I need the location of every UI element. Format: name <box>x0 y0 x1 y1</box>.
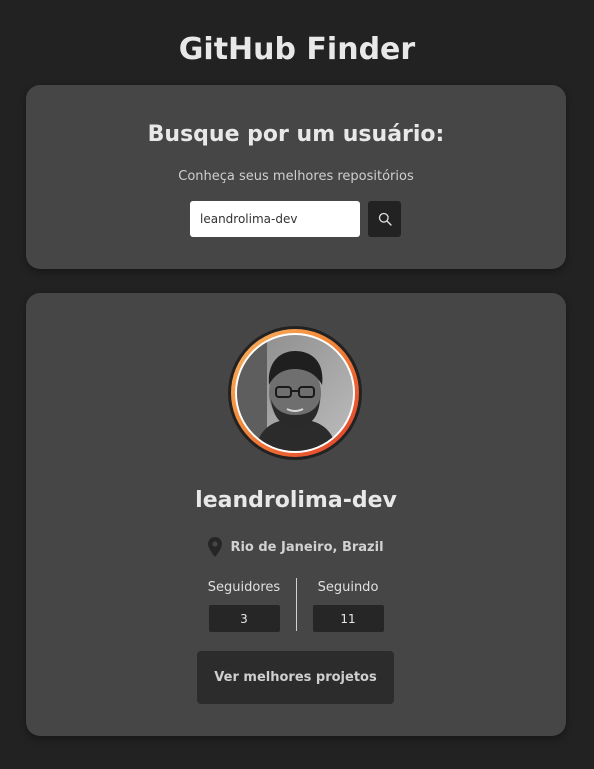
profile-stats: Seguidores 3 Seguindo 11 <box>26 578 566 632</box>
stats-divider <box>295 578 297 631</box>
view-projects-button[interactable]: Ver melhores projetos <box>197 651 394 704</box>
search-heading: Busque por um usuário: <box>147 122 445 147</box>
map-pin-icon <box>208 537 223 557</box>
search-card: Busque por um usuário: Conheça seus melh… <box>26 85 566 269</box>
avatar <box>237 335 353 451</box>
followers-label: Seguidores <box>207 580 281 595</box>
location-text: Rio de Janeiro, Brazil <box>230 539 384 555</box>
profile-card: leandrolima-dev Rio de Janeiro, Brazil S… <box>26 293 566 736</box>
following-label: Seguindo <box>317 580 379 595</box>
app-title: GitHub Finder <box>178 32 416 67</box>
following-count: 11 <box>312 605 384 632</box>
profile-username: leandrolima-dev <box>195 488 397 513</box>
search-input[interactable] <box>190 201 360 237</box>
avatar-frame <box>228 326 362 460</box>
search-subtitle: Conheça seus melhores repositórios <box>178 169 414 184</box>
user-avatar-photo <box>237 335 353 451</box>
followers-count: 3 <box>208 605 280 632</box>
profile-location: Rio de Janeiro, Brazil <box>26 537 566 557</box>
followers-stat: Seguidores 3 <box>201 578 288 632</box>
search-icon <box>378 212 392 226</box>
following-stat: Seguindo 11 <box>305 578 392 632</box>
search-button[interactable] <box>368 201 401 237</box>
